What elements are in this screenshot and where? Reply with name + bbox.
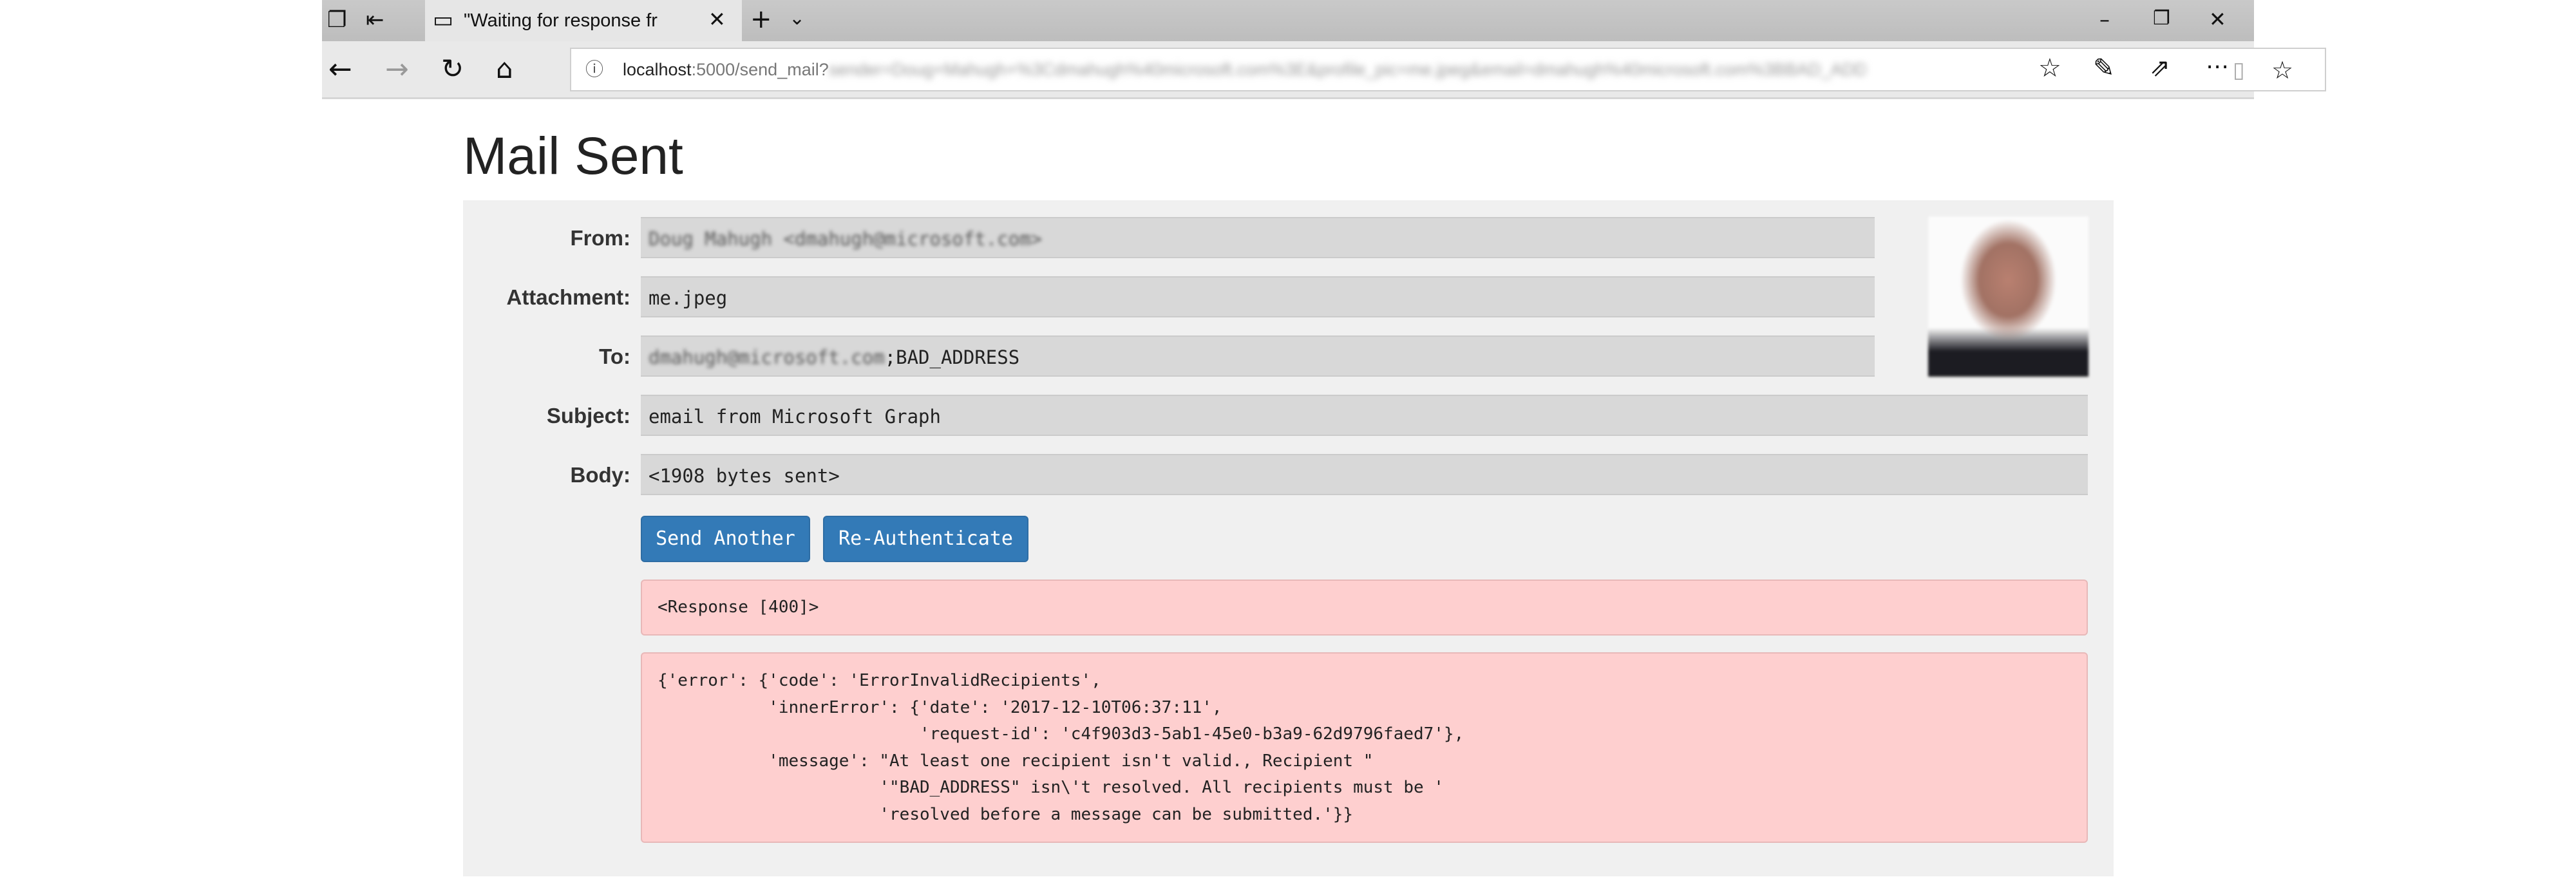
subject-field[interactable]: email from Microsoft Graph bbox=[641, 395, 2088, 436]
from-label: From: bbox=[570, 226, 631, 250]
from-field[interactable]: Doug Mahugh <dmahugh@microsoft.com> bbox=[641, 217, 1875, 258]
tab-active[interactable]: ▭ "Waiting for response fr ✕ bbox=[425, 0, 742, 41]
forward-icon[interactable]: → bbox=[385, 55, 409, 84]
page-title: Mail Sent bbox=[463, 127, 683, 185]
to-value: ;BAD_ADDRESS bbox=[884, 346, 1020, 368]
tab-bar: ❐ ⇤ ▭ "Waiting for response fr ✕ + ⌄ – ❐… bbox=[322, 0, 2254, 41]
error-text: {'error': {'code': 'ErrorInvalidRecipien… bbox=[658, 671, 1464, 824]
restore-window-icon[interactable]: ❐ bbox=[2153, 9, 2170, 28]
restore-tabs-icon[interactable]: ⇤ bbox=[366, 9, 384, 31]
profile-photo bbox=[1928, 216, 2088, 377]
navigation-bar: ← → ↻ ⌂ ⓘ localhost:5000/send_mail?sende… bbox=[322, 41, 2326, 99]
re-authenticate-button[interactable]: Re-Authenticate bbox=[823, 516, 1028, 562]
mail-panel: From: Doug Mahugh <dmahugh@microsoft.com… bbox=[463, 200, 2114, 876]
address-bar[interactable]: ⓘ localhost:5000/send_mail?sender=Doug+M… bbox=[570, 48, 2326, 91]
close-tab-icon[interactable]: ✕ bbox=[708, 9, 726, 30]
body-field[interactable]: <1908 bytes sent> bbox=[641, 454, 2088, 495]
info-icon: ⓘ bbox=[585, 59, 604, 80]
body-label: Body: bbox=[570, 463, 631, 487]
tab-title: "Waiting for response fr bbox=[464, 10, 658, 31]
pen-icon[interactable]: ✎ bbox=[2093, 55, 2115, 81]
to-value-blurred: dmahugh@microsoft.com bbox=[649, 346, 885, 368]
minimize-icon[interactable]: – bbox=[2099, 9, 2110, 30]
url-query: sender=Doug+Mahugh+%3Cdmahugh%40microsof… bbox=[828, 60, 1866, 79]
response-status: <Response [400]> bbox=[641, 580, 2088, 636]
url-path: :5000/send_mail? bbox=[691, 60, 829, 79]
attachment-field[interactable]: me.jpeg bbox=[641, 276, 1875, 317]
error-details: {'error': {'code': 'ErrorInvalidRecipien… bbox=[641, 652, 2088, 843]
to-field[interactable]: dmahugh@microsoft.com;BAD_ADDRESS bbox=[641, 335, 1875, 377]
from-value: Doug Mahugh <dmahugh@microsoft.com> bbox=[649, 228, 1043, 250]
share-icon[interactable]: ⇗ bbox=[2150, 55, 2170, 80]
chevron-down-icon[interactable]: ⌄ bbox=[789, 9, 805, 28]
send-another-button[interactable]: Send Another bbox=[641, 516, 810, 562]
url-text: localhost:5000/send_mail?sender=Doug+Mah… bbox=[623, 60, 1866, 80]
to-label: To: bbox=[599, 344, 630, 368]
favorite-star-icon[interactable]: ☆ bbox=[2271, 58, 2293, 82]
home-icon[interactable]: ⌂ bbox=[496, 55, 513, 82]
attachment-label: Attachment: bbox=[506, 285, 630, 309]
new-tab-icon[interactable]: + bbox=[750, 6, 772, 32]
page-icon: ▭ bbox=[433, 7, 454, 33]
url-host: localhost bbox=[623, 60, 692, 79]
back-icon[interactable]: ← bbox=[328, 55, 352, 84]
subject-label: Subject: bbox=[546, 404, 630, 428]
favorites-hub-icon[interactable]: ☆ bbox=[2038, 55, 2061, 81]
close-window-icon[interactable]: ✕ bbox=[2209, 9, 2226, 30]
reading-view-icon[interactable]: ▯ bbox=[2233, 59, 2245, 81]
refresh-icon[interactable]: ↻ bbox=[441, 55, 464, 82]
tab-set-aside-icon[interactable]: ❐ bbox=[327, 9, 346, 31]
more-icon[interactable]: ⋯ bbox=[2206, 55, 2229, 79]
